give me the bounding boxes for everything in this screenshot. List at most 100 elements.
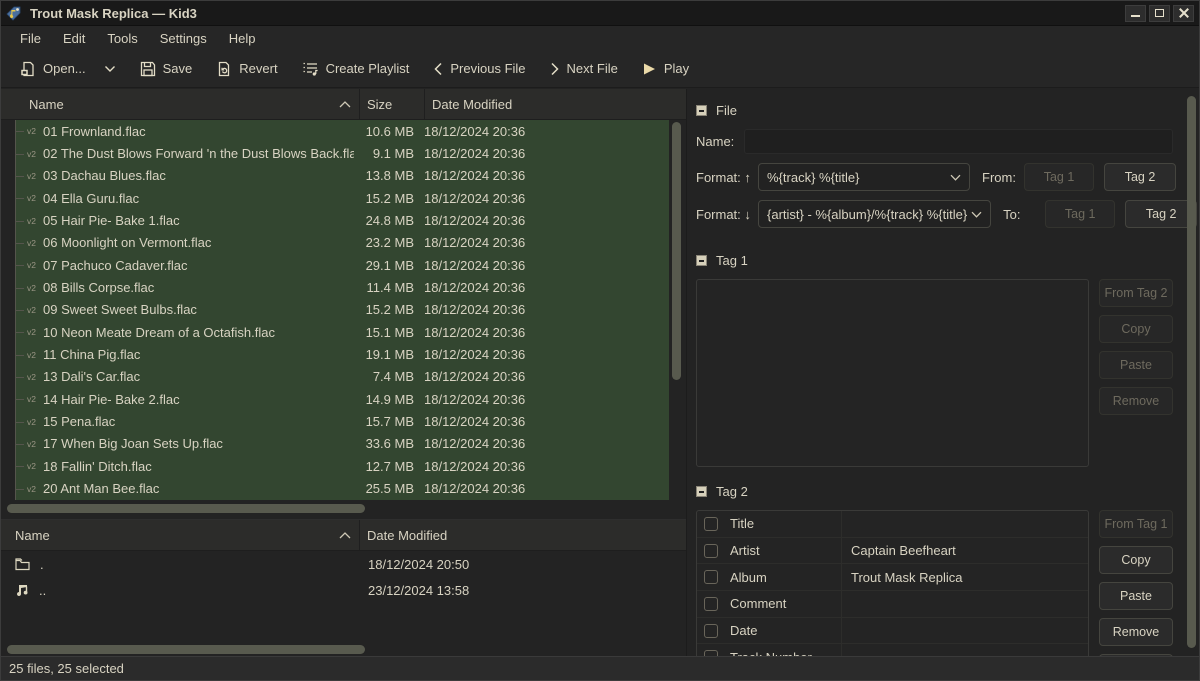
column-header-size[interactable]: Size	[360, 89, 425, 119]
table-row[interactable]: v2 08 Bills Corpse.flac 11.4 MB 18/12/20…	[1, 276, 669, 298]
save-button[interactable]: Save	[131, 55, 202, 83]
file-section-header[interactable]: File	[696, 101, 1173, 119]
table-row[interactable]: v2 06 Moonlight on Vermont.flac 23.2 MB …	[1, 232, 669, 254]
file-date-modified: 18/12/2024 20:36	[417, 213, 669, 228]
tag2-section-header[interactable]: Tag 2	[696, 482, 1173, 500]
next-file-button[interactable]: Next File	[541, 55, 627, 82]
create-playlist-button[interactable]: Create Playlist	[293, 55, 419, 83]
table-row[interactable]: v2 03 Dachau Blues.flac 13.8 MB 18/12/20…	[1, 165, 669, 187]
hscrollbar-handle[interactable]	[7, 504, 365, 513]
field-value[interactable]	[842, 591, 1088, 617]
revert-button[interactable]: Revert	[207, 55, 286, 83]
from-tag1-button[interactable]: Tag 1	[1024, 163, 1094, 191]
menu-help[interactable]: Help	[218, 28, 267, 49]
open-dropdown-button[interactable]	[95, 59, 125, 79]
format-from-combobox[interactable]: %{track} %{title}	[758, 163, 970, 191]
table-row[interactable]: v2 04 Ella Guru.flac 15.2 MB 18/12/2024 …	[1, 187, 669, 209]
list-item[interactable]: . 18/12/2024 20:50	[1, 551, 686, 577]
tag-field-row[interactable]: Date	[697, 618, 1088, 645]
menu-file[interactable]: File	[9, 28, 52, 49]
collapse-icon[interactable]	[696, 486, 707, 497]
close-button[interactable]	[1173, 5, 1194, 22]
menu-settings[interactable]: Settings	[149, 28, 218, 49]
panel-button[interactable]: Remove	[1099, 618, 1173, 646]
tag-field-row[interactable]: Title	[697, 511, 1088, 538]
tree-branch-line	[16, 466, 24, 467]
tag-editor-vscrollbar[interactable]	[1187, 96, 1196, 648]
sort-ascending-icon	[339, 101, 351, 108]
tag1-fields-frame[interactable]	[696, 279, 1089, 467]
field-checkbox[interactable]	[704, 597, 718, 611]
panel-button[interactable]: Paste	[1099, 351, 1173, 379]
tag-field-row[interactable]: Artist Captain Beefheart	[697, 538, 1088, 565]
title-bar[interactable]: Trout Mask Replica — Kid3	[1, 1, 1199, 26]
column-header-name[interactable]: Name	[1, 89, 360, 119]
field-value[interactable]: Trout Mask Replica	[842, 564, 1088, 590]
panel-button[interactable]: Paste	[1099, 582, 1173, 610]
table-row[interactable]: v2 11 China Pig.flac 19.1 MB 18/12/2024 …	[1, 343, 669, 365]
tag-field-row[interactable]: Track Number	[697, 644, 1088, 656]
field-value[interactable]	[842, 644, 1088, 656]
panel-button[interactable]: Copy	[1099, 315, 1173, 343]
collapse-icon[interactable]	[696, 105, 707, 116]
column-header-modified[interactable]: Date Modified	[360, 520, 686, 550]
tag-v2-badge: v2	[27, 149, 43, 159]
tag-field-row[interactable]: Album Trout Mask Replica	[697, 564, 1088, 591]
field-value[interactable]	[842, 511, 1088, 537]
status-text: 25 files, 25 selected	[9, 661, 124, 676]
file-date-modified: 18/12/2024 20:36	[417, 436, 669, 451]
collapse-icon[interactable]	[696, 255, 707, 266]
table-row[interactable]: v2 09 Sweet Sweet Bulbs.flac 15.2 MB 18/…	[1, 299, 669, 321]
table-row[interactable]: v2 01 Frownland.flac 10.6 MB 18/12/2024 …	[1, 120, 669, 142]
tag-field-row[interactable]: Comment	[697, 591, 1088, 618]
to-tag1-button[interactable]: Tag 1	[1045, 200, 1115, 228]
table-row[interactable]: v2 17 When Big Joan Sets Up.flac 33.6 MB…	[1, 433, 669, 455]
menu-edit[interactable]: Edit	[52, 28, 96, 49]
field-checkbox[interactable]	[704, 544, 718, 558]
dir-list-hscrollbar[interactable]	[1, 643, 686, 656]
maximize-button[interactable]	[1149, 5, 1170, 22]
file-size: 15.7 MB	[354, 414, 417, 429]
panel-button[interactable]: Remove	[1099, 387, 1173, 415]
table-row[interactable]: v2 20 Ant Man Bee.flac 25.5 MB 18/12/202…	[1, 478, 669, 500]
column-header-name[interactable]: Name	[1, 520, 360, 550]
from-tag2-button[interactable]: Tag 2	[1104, 163, 1176, 191]
panel-button[interactable]: From Tag 1	[1099, 510, 1173, 538]
music-note-icon	[15, 583, 29, 597]
tag-v2-badge: v2	[27, 216, 43, 226]
table-row[interactable]: v2 15 Pena.flac 15.7 MB 18/12/2024 20:36	[1, 410, 669, 432]
column-header-modified[interactable]: Date Modified	[425, 89, 686, 119]
table-row[interactable]: v2 10 Neon Meate Dream of a Octafish.fla…	[1, 321, 669, 343]
table-row[interactable]: v2 07 Pachuco Cadaver.flac 29.1 MB 18/12…	[1, 254, 669, 276]
minimize-button[interactable]	[1125, 5, 1146, 22]
file-date-modified: 18/12/2024 20:36	[417, 392, 669, 407]
field-checkbox[interactable]	[704, 624, 718, 638]
tag1-section-header[interactable]: Tag 1	[696, 251, 1173, 269]
filename-input[interactable]	[744, 129, 1173, 154]
file-date-modified: 18/12/2024 20:36	[417, 459, 669, 474]
field-value[interactable]	[842, 618, 1088, 644]
hscrollbar-handle[interactable]	[7, 645, 365, 654]
field-checkbox[interactable]	[704, 570, 718, 584]
file-date-modified: 18/12/2024 20:36	[417, 414, 669, 429]
table-row[interactable]: v2 14 Hair Pie- Bake 2.flac 14.9 MB 18/1…	[1, 388, 669, 410]
open-button[interactable]: Open...	[11, 55, 95, 83]
file-list-header: Name Size Date Modified	[1, 89, 686, 120]
panel-button[interactable]: Copy	[1099, 546, 1173, 574]
format-to-combobox[interactable]: {artist} - %{album}/%{track} %{title}	[758, 200, 991, 228]
list-item[interactable]: .. 23/12/2024 13:58	[1, 577, 686, 603]
field-value[interactable]: Captain Beefheart	[842, 538, 1088, 564]
table-row[interactable]: v2 02 The Dust Blows Forward 'n the Dust…	[1, 142, 669, 164]
panel-button[interactable]: From Tag 2	[1099, 279, 1173, 307]
tag-v2-badge: v2	[27, 238, 43, 248]
file-list-vscrollbar[interactable]	[672, 122, 681, 380]
previous-file-button[interactable]: Previous File	[424, 55, 534, 82]
file-list-hscrollbar[interactable]	[1, 502, 686, 515]
table-row[interactable]: v2 05 Hair Pie- Bake 1.flac 24.8 MB 18/1…	[1, 209, 669, 231]
table-row[interactable]: v2 18 Fallin' Ditch.flac 12.7 MB 18/12/2…	[1, 455, 669, 477]
field-checkbox[interactable]	[704, 517, 718, 531]
play-button[interactable]: Play	[633, 55, 698, 82]
menu-tools[interactable]: Tools	[96, 28, 148, 49]
status-bar: 25 files, 25 selected	[1, 656, 1199, 680]
table-row[interactable]: v2 13 Dali's Car.flac 7.4 MB 18/12/2024 …	[1, 366, 669, 388]
